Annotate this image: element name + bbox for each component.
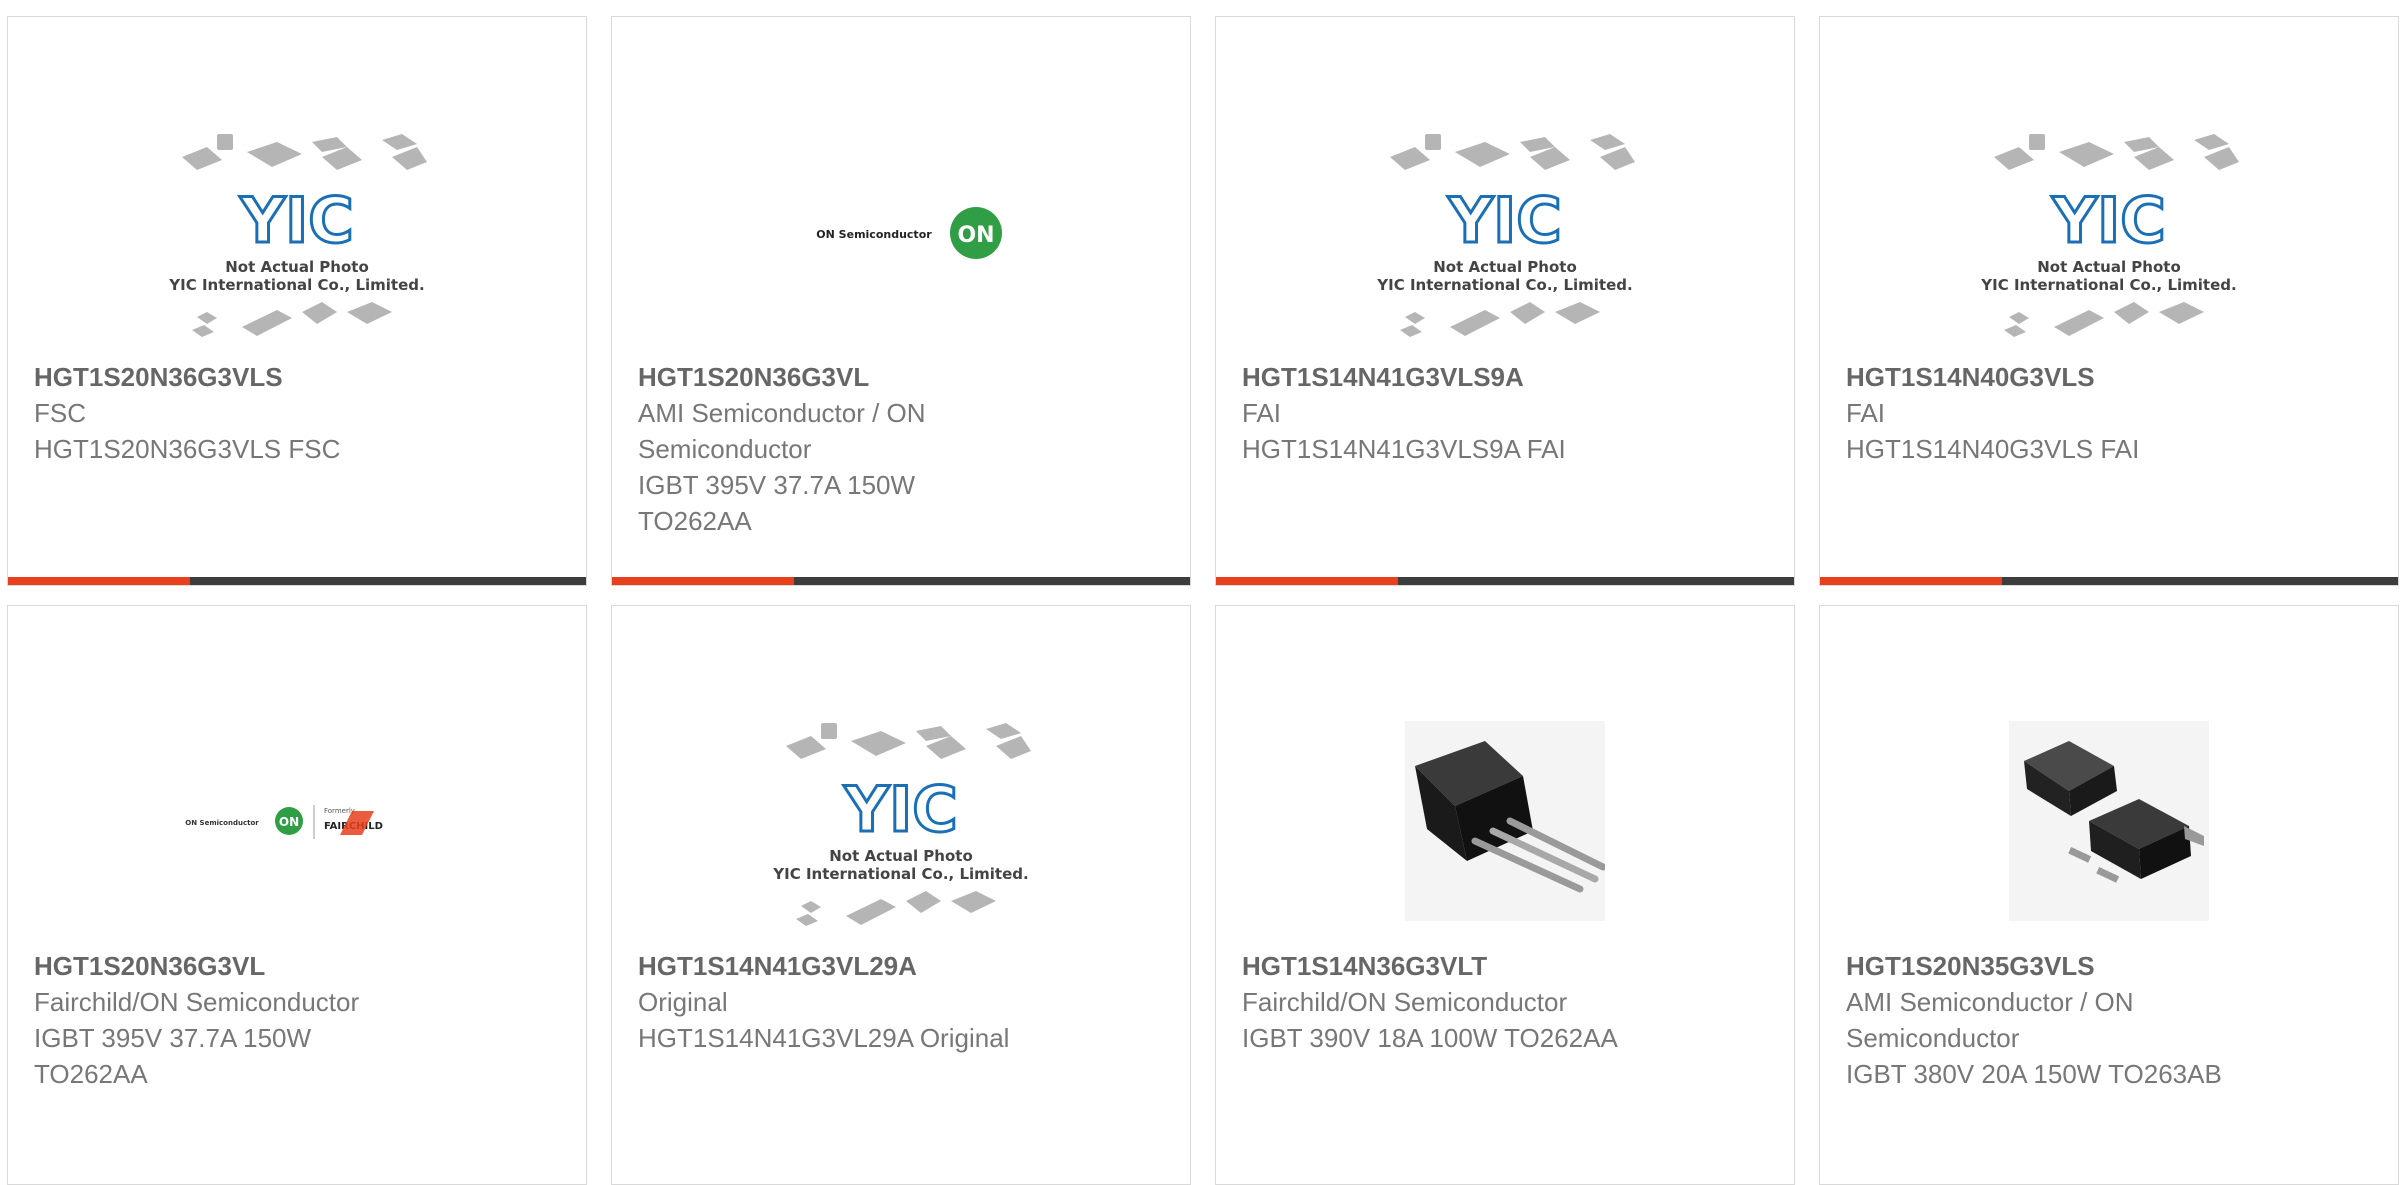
card-accent-bar (1820, 577, 2002, 585)
svg-text:ON Semiconductor: ON Semiconductor (185, 819, 259, 827)
card-accent-bar (1216, 577, 1398, 585)
product-image[interactable]: YIC Not Actual Photo YIC International C… (1355, 97, 1655, 367)
card-bottom-bar (1820, 577, 2398, 585)
yic-logo: YIC (1447, 184, 1561, 257)
svg-text:ON Semiconductor: ON Semiconductor (816, 228, 932, 241)
description: IGBT 395V 37.7A 150W (34, 1023, 312, 1053)
description: HGT1S14N41G3VLS9A FAI (1242, 434, 1566, 464)
product-card[interactable]: HGT1S20N35G3VLS AMI Semiconductor / ON S… (1819, 605, 2399, 1185)
part-number[interactable]: HGT1S14N41G3VL29A (638, 948, 1160, 984)
product-card[interactable]: YIC Not Actual Photo YIC International C… (1215, 16, 1795, 586)
product-image[interactable] (1959, 686, 2259, 956)
description: TO262AA (34, 1059, 148, 1089)
description: IGBT 380V 20A 150W TO263AB (1846, 1059, 2222, 1089)
svg-text:YIC International Co., Limited: YIC International Co., Limited. (1980, 276, 2236, 294)
manufacturer: FAI (1846, 398, 1886, 428)
part-number[interactable]: HGT1S14N41G3VLS9A (1242, 359, 1764, 395)
svg-text:YIC International Co., Limited: YIC International Co., Limited. (772, 865, 1028, 883)
yic-placeholder-image: YIC Not Actual Photo YIC International C… (1980, 134, 2239, 337)
part-number[interactable]: HGT1S14N40G3VLS (1846, 359, 2368, 395)
card-accent-bar (8, 577, 190, 585)
svg-text:Not Actual Photo: Not Actual Photo (829, 847, 973, 865)
product-image[interactable]: ON Semiconductor ON Formerly FAIRCHILD (147, 686, 447, 956)
manufacturer: Fairchild/ON Semiconductor (34, 987, 360, 1017)
product-image[interactable] (1355, 686, 1655, 956)
svg-text:YIC International Co., Limited: YIC International Co., Limited. (1376, 276, 1632, 294)
yic-logo: YIC (843, 773, 957, 846)
description: IGBT 395V 37.7A 150W (638, 470, 916, 500)
product-card[interactable]: ON Semiconductor ON HGT1S20N36G3VL AMI S… (611, 16, 1191, 586)
part-number[interactable]: HGT1S20N36G3VL (34, 948, 556, 984)
manufacturer: FAI (1242, 398, 1282, 428)
product-card[interactable]: YIC Not Actual Photo YIC International C… (7, 16, 587, 586)
product-card[interactable]: YIC Not Actual Photo YIC International C… (611, 605, 1191, 1185)
product-image[interactable]: YIC Not Actual Photo YIC International C… (147, 97, 447, 367)
svg-text:Formerly: Formerly (324, 807, 355, 815)
card-bottom-bar (1216, 577, 1794, 585)
manufacturer: AMI Semiconductor / ON (638, 398, 926, 428)
product-card[interactable]: YIC Not Actual Photo YIC International C… (1819, 16, 2399, 586)
description: TO262AA (638, 506, 752, 536)
product-card[interactable]: ON Semiconductor ON Formerly FAIRCHILD H… (7, 605, 587, 1185)
description: HGT1S20N36G3VLS FSC (34, 434, 341, 464)
manufacturer: Semiconductor (638, 434, 812, 464)
yic-logo: YIC (2051, 184, 2165, 257)
on-fairchild-logo: ON Semiconductor ON Formerly FAIRCHILD (185, 805, 383, 839)
yic-logo: YIC (239, 184, 353, 257)
part-number[interactable]: HGT1S20N36G3VL (638, 359, 1160, 395)
part-number[interactable]: HGT1S20N35G3VLS (1846, 948, 2368, 984)
description: HGT1S14N40G3VLS FAI (1846, 434, 2140, 464)
manufacturer: Fairchild/ON Semiconductor (1242, 987, 1568, 1017)
description: HGT1S14N41G3VL29A Original (638, 1023, 1010, 1053)
manufacturer: AMI Semiconductor / ON (1846, 987, 2134, 1017)
manufacturer: Semiconductor (1846, 1023, 2020, 1053)
svg-text:ON: ON (957, 223, 994, 248)
svg-text:Not Actual Photo: Not Actual Photo (225, 258, 369, 276)
card-bottom-bar (8, 577, 586, 585)
svg-text:ON: ON (279, 815, 299, 829)
card-accent-bar (612, 577, 794, 585)
svg-text:Not Actual Photo: Not Actual Photo (2037, 258, 2181, 276)
manufacturer: Original (638, 987, 728, 1017)
yic-placeholder-image: YIC Not Actual Photo YIC International C… (772, 723, 1031, 926)
product-image[interactable]: ON Semiconductor ON (751, 97, 1051, 367)
yic-placeholder-image: YIC Not Actual Photo YIC International C… (1376, 134, 1635, 337)
svg-text:Not Actual Photo: Not Actual Photo (1433, 258, 1577, 276)
part-number[interactable]: HGT1S20N36G3VLS (34, 359, 556, 395)
card-bottom-bar (612, 577, 1190, 585)
manufacturer: FSC (34, 398, 86, 428)
yic-placeholder-image: YIC Not Actual Photo YIC International C… (168, 134, 427, 337)
product-card[interactable]: HGT1S14N36G3VLT Fairchild/ON Semiconduct… (1215, 605, 1795, 1185)
product-image[interactable]: YIC Not Actual Photo YIC International C… (1959, 97, 2259, 367)
on-semiconductor-logo: ON Semiconductor ON (816, 207, 1002, 259)
to262-package-photo (1405, 721, 1605, 921)
part-number[interactable]: HGT1S14N36G3VLT (1242, 948, 1764, 984)
svg-text:YIC International Co., Limited: YIC International Co., Limited. (168, 276, 424, 294)
product-image[interactable]: YIC Not Actual Photo YIC International C… (751, 686, 1051, 956)
to263-package-photo (2009, 721, 2209, 921)
description: IGBT 390V 18A 100W TO262AA (1242, 1023, 1618, 1053)
